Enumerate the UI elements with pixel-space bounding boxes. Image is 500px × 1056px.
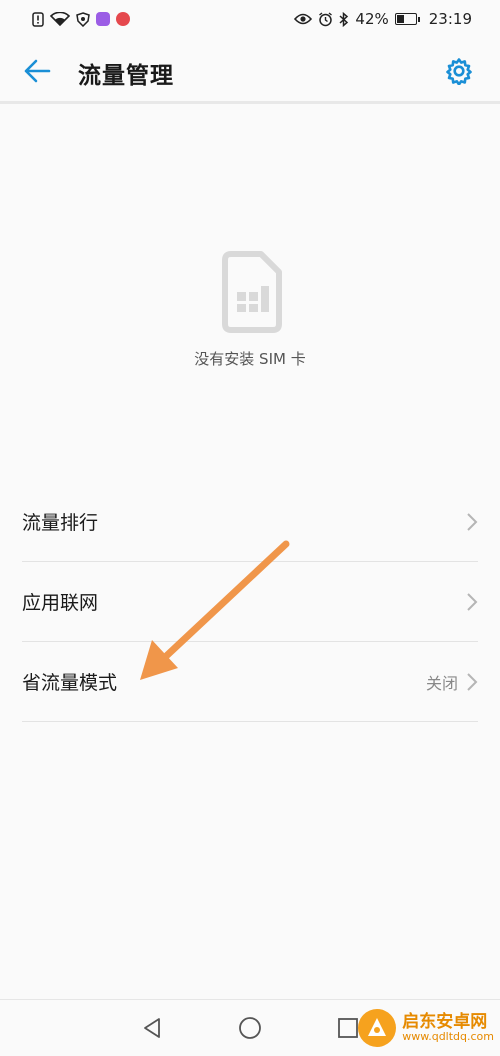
square-recents-icon [338,1018,358,1038]
triangle-back-icon [144,1018,160,1038]
list-item-right [458,592,478,612]
status-left-icons [32,11,130,27]
alert-icon [32,11,44,27]
status-right-icons: 42% 23:19 [294,10,472,28]
back-button[interactable] [20,54,54,88]
battery-percent: 42% [355,10,389,28]
eye-icon [294,13,313,25]
app-header: 流量管理 [0,38,500,104]
alarm-icon [318,11,333,27]
watermark: 启东安卓网 www.qdltdq.com [358,1006,494,1050]
settings-button[interactable] [442,54,476,88]
watermark-url: www.qdltdq.com [402,1030,494,1044]
battery-icon [394,13,420,25]
no-sim-state: 没有安装 SIM 卡 [0,250,500,369]
list-item-data-saver-mode[interactable]: 省流量模式 关闭 [22,642,478,722]
list-item-right [458,512,478,532]
list-item-traffic-ranking[interactable]: 流量排行 [22,482,478,562]
nav-home-button[interactable] [236,1014,264,1042]
circle-home-icon [239,1017,261,1039]
app-notification-icon [96,12,110,26]
sim-card-icon [222,251,282,333]
wifi-icon [50,11,70,27]
settings-list: 流量排行 应用联网 省流量模式 关闭 [22,482,478,722]
watermark-text: 启东安卓网 www.qdltdq.com [402,1011,494,1044]
nav-back-button[interactable] [138,1014,166,1042]
clock: 23:19 [428,10,472,28]
chevron-right-icon [467,512,478,531]
chevron-right-icon [467,672,478,691]
chevron-right-icon [467,592,478,611]
bluetooth-icon [339,11,349,27]
status-bar: 42% 23:19 [0,0,500,38]
app-notification-icon [116,12,130,26]
vpn-shield-icon [76,11,90,27]
list-item-label: 流量排行 [22,512,99,534]
no-sim-message: 没有安装 SIM 卡 [194,350,306,368]
list-item-right: 关闭 [426,670,478,694]
watermark-logo-icon [358,1009,397,1047]
gear-icon [446,58,472,85]
list-item-app-networking[interactable]: 应用联网 [22,562,478,642]
arrow-left-icon [24,59,51,83]
page-title: 流量管理 [78,63,174,89]
list-item-label: 应用联网 [22,592,99,614]
list-item-label: 省流量模式 [22,672,118,694]
watermark-title: 启东安卓网 [402,1011,488,1032]
data-saver-status: 关闭 [425,673,458,693]
